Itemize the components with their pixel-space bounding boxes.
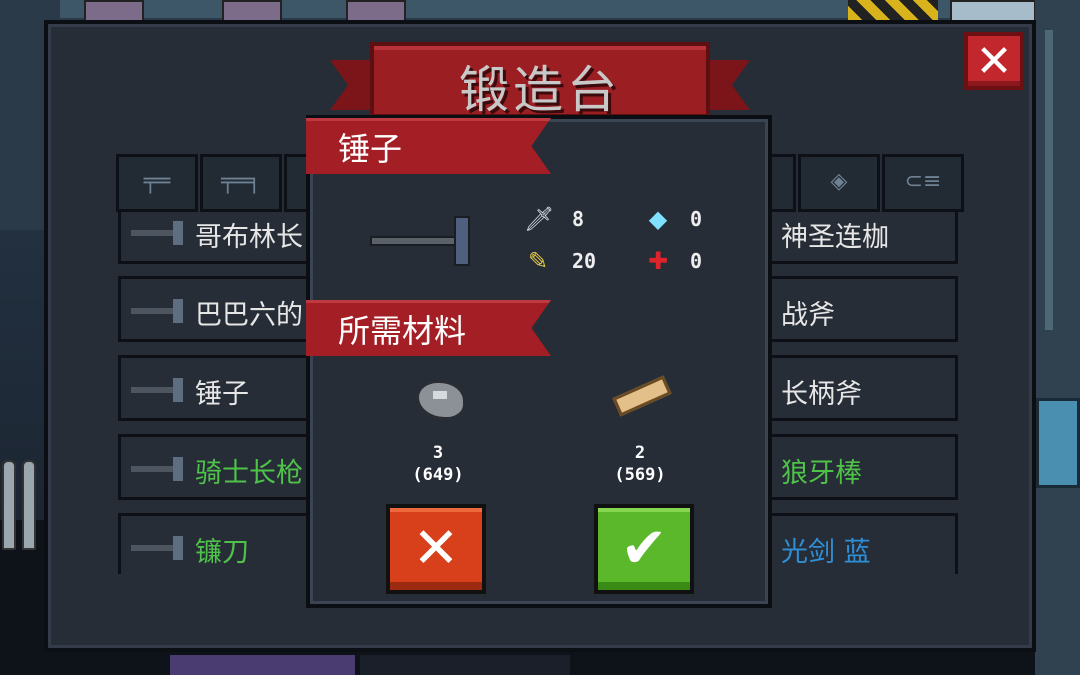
close-button[interactable]: ✕ xyxy=(964,32,1024,90)
tab-shuriken[interactable]: ◈ xyxy=(798,154,880,212)
background-window xyxy=(950,0,1036,22)
weapon-title: 锤子 xyxy=(338,130,403,168)
close-x-icon: ✕ xyxy=(975,36,1013,87)
fish-gun-icon: ⊂≡ xyxy=(904,169,942,194)
energy-value: 0 xyxy=(690,207,703,231)
weapon-name: 哥布林长 xyxy=(195,222,303,253)
background-gas-tanks xyxy=(0,420,46,550)
tab-pistol[interactable]: ╤═ xyxy=(116,154,198,212)
weapon-name: 狼牙棒 xyxy=(781,458,862,489)
attack-value: 8 xyxy=(572,207,585,231)
material-required-count: 2 xyxy=(634,443,646,463)
weapon-name: 骑士长枪 xyxy=(195,458,303,489)
material-required-count: 3 xyxy=(432,443,444,463)
hammer-icon xyxy=(131,299,183,323)
hammer-icon xyxy=(368,214,478,270)
spear-icon xyxy=(131,221,183,245)
tab-rifle[interactable]: ╤═╕ xyxy=(200,154,282,212)
weapon-name: 镰刀 xyxy=(195,537,249,568)
background-monitor xyxy=(1036,398,1080,488)
background-ceiling xyxy=(60,0,960,18)
weapon-name: 战斧 xyxy=(781,300,835,331)
tab-fish-gun[interactable]: ⊂≡ xyxy=(882,154,964,212)
scythe-icon xyxy=(131,536,183,560)
materials-title: 所需材料 xyxy=(338,312,467,350)
pencil-icon: ✎ xyxy=(527,247,549,275)
cancel-button[interactable]: ✕ xyxy=(386,504,486,594)
background-floor-tile xyxy=(360,655,570,675)
weapon-name: 巴巴六的 xyxy=(195,300,303,331)
forge-detail-dialog xyxy=(306,115,772,608)
weapon-name-banner: 锤子 xyxy=(306,118,551,174)
crit-value: 20 xyxy=(572,249,597,273)
background-poster xyxy=(346,0,406,22)
materials-banner: 所需材料 xyxy=(306,300,551,356)
confirm-forge-button[interactable]: ✔ xyxy=(594,504,694,594)
weapon-name: 光剑 蓝 xyxy=(781,537,871,568)
material-owned-count: (649) xyxy=(412,465,464,485)
pistol-icon: ╤═ xyxy=(143,169,171,194)
lance-icon xyxy=(131,457,183,481)
background-poster xyxy=(222,0,282,22)
page-title: 锻造台 xyxy=(459,61,621,119)
spread-value: 0 xyxy=(690,249,703,273)
checkmark-icon: ✔ xyxy=(620,516,668,581)
sword-icon: 🗡 xyxy=(524,205,555,233)
shuriken-icon: ◈ xyxy=(830,169,848,194)
weapon-name: 锤子 xyxy=(195,379,249,410)
title-ribbon: 锻造台 xyxy=(370,42,710,119)
background-hazard-stripe xyxy=(848,0,938,20)
rifle-icon: ╤═╕ xyxy=(221,169,261,194)
background-pipe xyxy=(1035,0,1080,675)
weapon-name: 长柄斧 xyxy=(781,379,862,410)
material-owned-count: (569) xyxy=(614,465,666,485)
hammer-icon xyxy=(131,378,183,402)
close-x-icon: ✕ xyxy=(412,516,460,581)
diamond-icon: ◆ xyxy=(648,205,668,233)
background-floor-tile xyxy=(170,655,355,675)
background-poster xyxy=(84,0,144,22)
crosshair-icon: ✚ xyxy=(647,247,669,275)
weapon-name: 神圣连枷 xyxy=(781,222,889,253)
